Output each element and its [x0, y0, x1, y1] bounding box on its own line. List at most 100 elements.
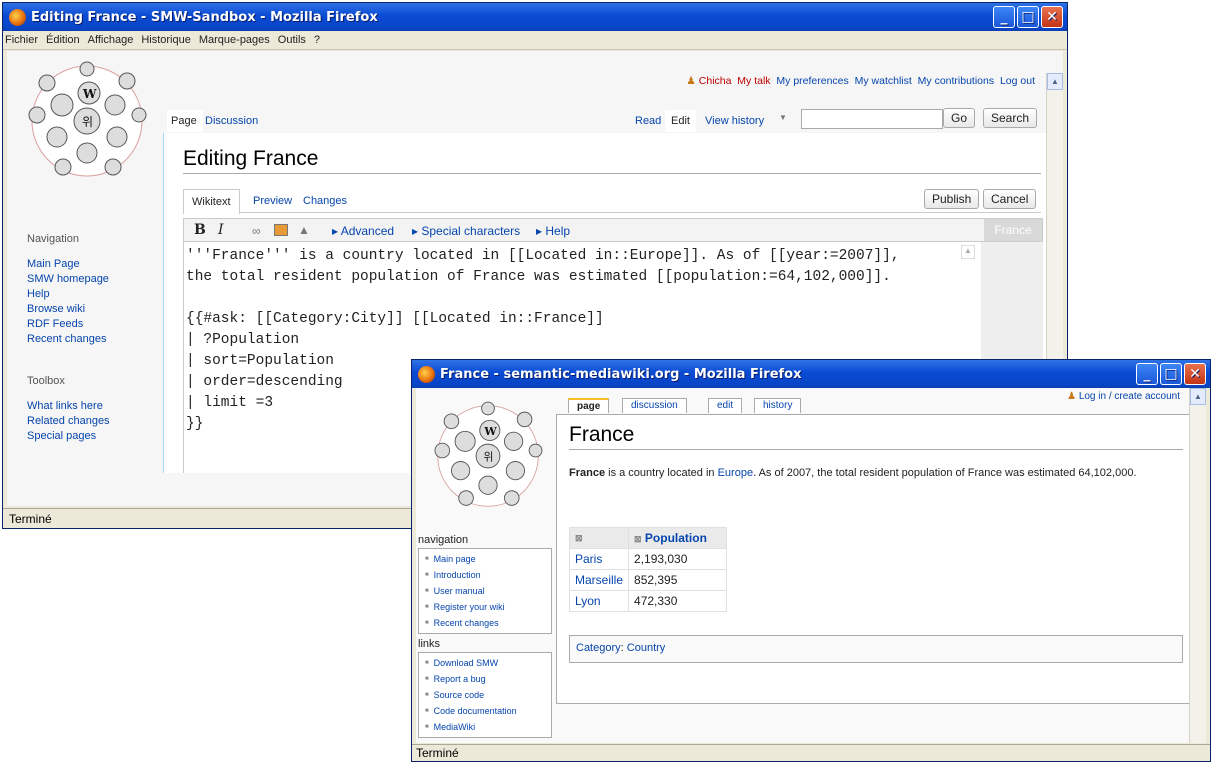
tab-edit[interactable]: edit [708, 398, 743, 413]
help-toggle[interactable]: ▸ Help [536, 224, 570, 238]
scroll-up-arrow[interactable]: ▲ [1047, 73, 1063, 90]
minimize-button[interactable]: _ [993, 6, 1015, 28]
log-out-link[interactable]: Log out [1000, 75, 1035, 87]
my-preferences-link[interactable]: My preferences [776, 75, 848, 87]
user-icon: ♟ [686, 75, 696, 87]
population-cell: 2,193,030 [628, 548, 728, 570]
tab-history[interactable]: history [754, 398, 802, 413]
nav-browse-wiki[interactable]: Browse wiki [27, 302, 110, 317]
editor-titlebar[interactable]: Editing France - SMW-Sandbox - Mozilla F… [3, 3, 1067, 31]
toolbox-special-pages[interactable]: Special pages [27, 429, 110, 444]
table-row: Marseille 852,395 [568, 569, 728, 591]
nav-introduction[interactable]: Introduction [419, 567, 551, 583]
tab-preview[interactable]: Preview [249, 189, 296, 213]
tab-page[interactable]: page [568, 398, 610, 413]
maximize-button[interactable]: □ [1017, 6, 1039, 28]
minimize-button[interactable]: _ [1136, 363, 1158, 385]
my-watchlist-link[interactable]: My watchlist [855, 75, 912, 87]
city-link[interactable]: Marseille [568, 569, 630, 591]
sort-icon[interactable]: ⊠ [568, 527, 630, 549]
tab-changes[interactable]: Changes [299, 189, 351, 213]
nav-help[interactable]: Help [27, 287, 110, 302]
tab-discussion[interactable]: discussion [622, 398, 687, 413]
wiki-logo[interactable]: W 위 [424, 392, 552, 520]
population-cell: 852,395 [628, 569, 728, 591]
tab-edit[interactable]: Edit [665, 110, 696, 132]
search-input[interactable] [801, 109, 943, 129]
tab-view-history[interactable]: View history [699, 110, 770, 132]
reference-icon[interactable]: ▲ [298, 223, 310, 237]
wiki-logo[interactable]: W 위 [17, 55, 157, 187]
table-header-row: ⊠ ⊠ Population [568, 527, 728, 549]
menu-affichage[interactable]: Affichage [88, 34, 134, 46]
nav-main-page[interactable]: Main page [419, 551, 551, 567]
italic-button[interactable]: I [218, 222, 224, 238]
svg-text:위: 위 [483, 451, 493, 464]
europe-link[interactable]: Europe [718, 467, 753, 479]
menu-edition[interactable]: Édition [46, 34, 80, 46]
maximize-button[interactable]: □ [1160, 363, 1182, 385]
nav-recent-changes[interactable]: Recent changes [419, 615, 551, 631]
tab-discussion[interactable]: Discussion [199, 110, 264, 132]
image-icon[interactable] [274, 224, 288, 236]
close-button[interactable]: ✕ [1041, 6, 1063, 28]
links-download-smw[interactable]: Download SMW [419, 655, 551, 671]
publish-button[interactable]: Publish [924, 189, 980, 209]
table-row: Lyon 472,330 [568, 590, 728, 612]
category-country-link[interactable]: Country [627, 642, 666, 654]
go-button[interactable]: Go [943, 108, 976, 128]
svg-text:W: W [483, 425, 497, 438]
svg-text:W: W [82, 87, 97, 101]
viewer-scrollbar[interactable]: ▲ [1189, 388, 1206, 743]
toolbox-what-links-here[interactable]: What links here [27, 399, 110, 414]
viewer-window: France - semantic-mediawiki.org - Mozill… [411, 359, 1211, 762]
scroll-up-arrow[interactable]: ▲ [1190, 388, 1206, 405]
links-source-code[interactable]: Source code [419, 687, 551, 703]
links-mediawiki[interactable]: MediaWiki [419, 719, 551, 735]
nav-recent-changes[interactable]: Recent changes [27, 332, 110, 347]
menu-marque-pages[interactable]: Marque-pages [199, 34, 270, 46]
menu-historique[interactable]: Historique [141, 34, 191, 46]
links-report-bug[interactable]: Report a bug [419, 671, 551, 687]
links-code-documentation[interactable]: Code documentation [419, 703, 551, 719]
viewer-titlebar[interactable]: France - semantic-mediawiki.org - Mozill… [412, 360, 1210, 388]
nav-rdf-feeds[interactable]: RDF Feeds [27, 317, 110, 332]
more-dropdown-icon[interactable]: ▼ [779, 113, 787, 122]
menu-fichier[interactable]: Fichier [5, 34, 38, 46]
link-icon[interactable]: ∞ [252, 224, 261, 238]
nav-user-manual[interactable]: User manual [419, 583, 551, 599]
bold-button[interactable]: B [194, 222, 206, 238]
category-label[interactable]: Category [576, 642, 621, 654]
tab-wikitext[interactable]: Wikitext [183, 189, 240, 214]
search-button[interactable]: Search [983, 108, 1038, 128]
tab-read[interactable]: Read [629, 110, 667, 132]
city-link[interactable]: Paris [568, 548, 630, 570]
population-column-header[interactable]: ⊠ Population [628, 527, 728, 549]
user-link[interactable]: Chicha [699, 75, 732, 87]
population-table: ⊠ ⊠ Population Paris 2,193,030 Marseille 8… [568, 527, 728, 612]
cancel-button[interactable]: Cancel [983, 189, 1037, 209]
textarea-scroll-up[interactable]: ▲ [961, 245, 975, 259]
viewer-sidebar: navigation Main page Introduction User m… [418, 534, 552, 738]
advanced-toggle[interactable]: ▸ Advanced [332, 224, 394, 238]
page-badge: France [984, 219, 1042, 241]
toolbox-heading: Toolbox [27, 375, 65, 387]
population-cell: 472,330 [628, 590, 728, 612]
menu-outils[interactable]: Outils [278, 34, 306, 46]
nav-register-wiki[interactable]: Register your wiki [419, 599, 551, 615]
close-button[interactable]: ✕ [1184, 363, 1206, 385]
nav-main-page[interactable]: Main Page [27, 257, 110, 272]
navigation-portlet: Main page Introduction User manual Regis… [418, 548, 552, 634]
my-talk-link[interactable]: My talk [737, 75, 770, 87]
special-characters-toggle[interactable]: ▸ Special characters [412, 224, 520, 238]
edit-tabs: Wikitext Preview Changes [183, 189, 1041, 214]
menu-bar: Fichier Édition Affichage Historique Mar… [3, 31, 1067, 50]
login-link[interactable]: ♟ Log in / create account [1067, 391, 1180, 402]
menu-help[interactable]: ? [314, 34, 320, 46]
toolbox-related-changes[interactable]: Related changes [27, 414, 110, 429]
tab-page[interactable]: Page [167, 110, 203, 132]
editor-sidebar: Navigation Main Page SMW homepage Help B… [27, 233, 110, 444]
nav-smw-homepage[interactable]: SMW homepage [27, 272, 110, 287]
city-link[interactable]: Lyon [568, 590, 630, 612]
my-contributions-link[interactable]: My contributions [918, 75, 994, 87]
